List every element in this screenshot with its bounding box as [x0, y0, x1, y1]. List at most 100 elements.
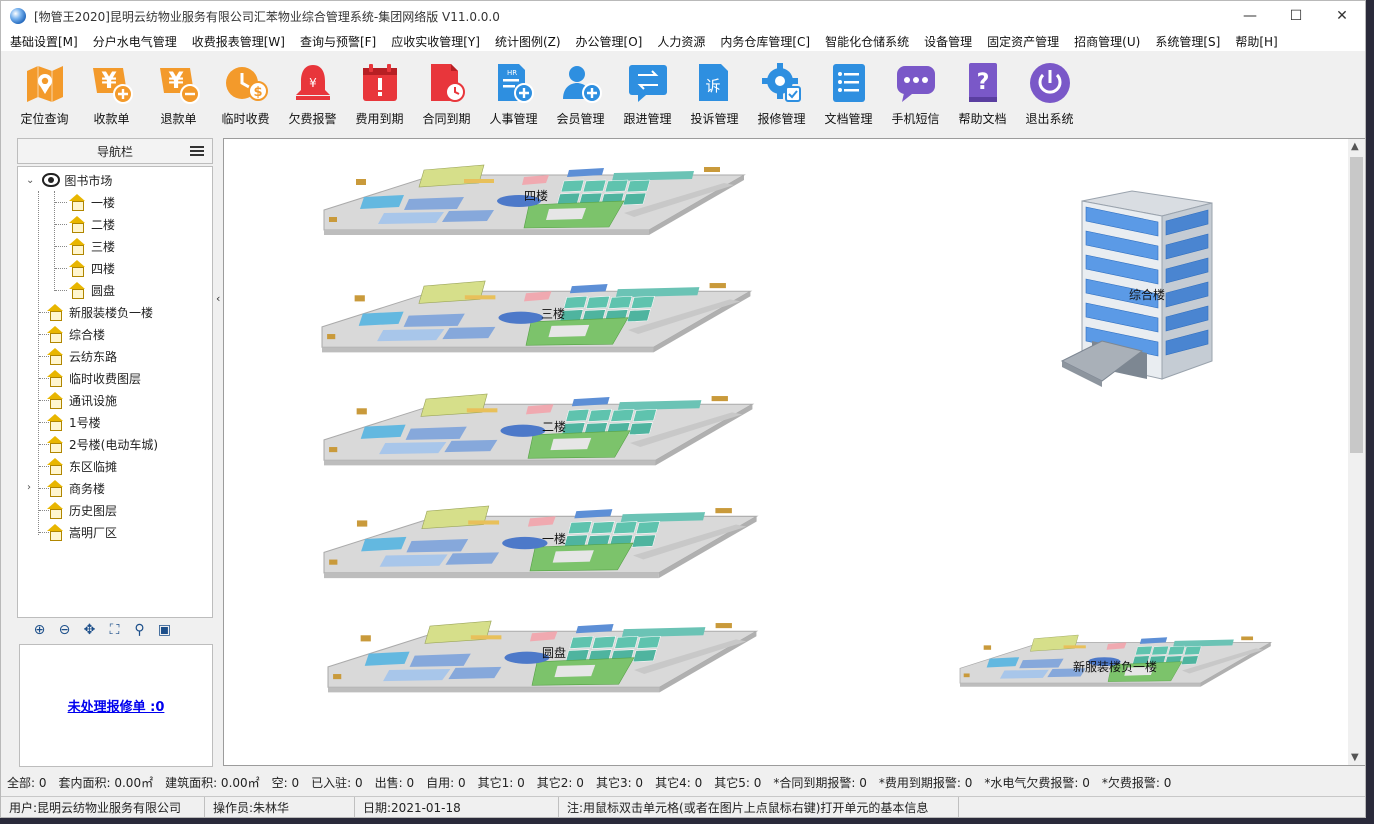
tree-connector — [54, 191, 55, 291]
menu-utilities[interactable]: 分户水电气管理 — [93, 33, 177, 50]
tree-node-label: 1号楼 — [69, 415, 101, 430]
floor-plan-2[interactable] — [323, 393, 755, 466]
minimize-button[interactable]: — — [1227, 1, 1273, 31]
tree-node-child[interactable]: 一楼 — [68, 191, 115, 213]
tree-connector — [55, 202, 67, 203]
tree-node[interactable]: 2号楼(电动车城) — [46, 433, 158, 455]
stat-item: 建筑面积: 0.00㎡ — [165, 775, 260, 790]
tool-label: 欠费报警 — [288, 112, 337, 126]
menu-equipment[interactable]: 设备管理 — [924, 33, 972, 50]
close-button[interactable]: ✕ — [1319, 1, 1365, 31]
tool-refund-button[interactable]: ¥ 退款单 — [145, 55, 212, 129]
tree-node-label: 临时收费图层 — [69, 371, 142, 386]
menu-help[interactable]: 帮助[H] — [1235, 33, 1277, 50]
scroll-down-icon[interactable]: ▼ — [1351, 752, 1359, 763]
floor-label[interactable]: 圆盘 — [542, 644, 566, 661]
status-date: 日期:2021-01-18 — [355, 797, 559, 817]
floor-label[interactable]: 三楼 — [541, 305, 565, 322]
tool-complaint-button[interactable]: 诉 投诉管理 — [681, 55, 748, 129]
tool-label: 定位查询 — [20, 112, 69, 126]
scroll-up-icon[interactable]: ▲ — [1351, 141, 1359, 152]
tree-node[interactable]: 嵩明厂区 — [46, 521, 117, 543]
menu-fixed-assets[interactable]: 固定资产管理 — [987, 33, 1059, 50]
vertical-scrollbar[interactable]: ▲ ▼ — [1348, 139, 1365, 765]
pending-repair-link[interactable]: 未处理报修单 :0 — [68, 696, 165, 715]
house-icon — [68, 260, 86, 277]
pin-icon[interactable]: ⚲ — [127, 621, 152, 639]
status-user: 用户:昆明云纺物业服务有限公司 — [1, 797, 205, 817]
expand-chevron-icon[interactable]: › — [27, 482, 31, 493]
menu-warehouse[interactable]: 内务仓库管理[C] — [720, 33, 810, 50]
tree-node[interactable]: 1号楼 — [46, 411, 101, 433]
full-extent-icon[interactable]: ⛶ — [102, 621, 127, 639]
floor-label[interactable]: 二楼 — [542, 418, 566, 435]
image-export-icon[interactable]: ▣ — [152, 621, 177, 639]
tool-receipt-button[interactable]: ¥ 收款单 — [78, 55, 145, 129]
tree-node-child[interactable]: 四楼 — [68, 257, 115, 279]
map-canvas[interactable]: 四楼 三楼 二楼 一楼 圆盘 新服装楼负一楼 综合楼 ▲ ▼ — [223, 138, 1365, 766]
house-icon — [46, 436, 64, 453]
tool-sms-button[interactable]: 手机短信 — [882, 55, 949, 129]
tree-node[interactable]: 历史图层 — [46, 499, 117, 521]
menu-office[interactable]: 办公管理[O] — [576, 33, 643, 50]
tree-node-label: 一楼 — [91, 195, 116, 210]
menu-query-alerts[interactable]: 查询与预警[F] — [300, 33, 376, 50]
tree-node[interactable]: 临时收费图层 — [46, 367, 141, 389]
tree-node[interactable]: 综合楼 — [46, 323, 105, 345]
collapse-panel-icon[interactable]: ‹ — [216, 292, 220, 305]
floor-plan-3[interactable] — [321, 280, 753, 353]
tool-document-button[interactable]: 文档管理 — [815, 55, 882, 129]
menu-statistics[interactable]: 统计图例(Z) — [495, 33, 561, 50]
tool-arrears-alarm-button[interactable]: ¥ 欠费报警 — [279, 55, 346, 129]
menu-charge-reports[interactable]: 收费报表管理[W] — [192, 33, 285, 50]
tool-member-button[interactable]: 会员管理 — [547, 55, 614, 129]
tree-node-child[interactable]: 圆盘 — [68, 279, 115, 301]
tool-personnel-button[interactable]: HR 人事管理 — [480, 55, 547, 129]
tree-node[interactable]: 云纺东路 — [46, 345, 117, 367]
building-label[interactable]: 综合楼 — [1129, 286, 1165, 303]
pan-icon[interactable]: ✥ — [77, 621, 102, 639]
menu-basic-settings[interactable]: 基础设置[M] — [10, 33, 78, 50]
tree-node-child[interactable]: 三楼 — [68, 235, 115, 257]
svg-text:?: ? — [976, 70, 989, 95]
tool-label: 文档管理 — [824, 112, 873, 126]
toolbar: 定位查询 ¥ 收款单 ¥ 退款单 $ 临时收费 ¥ 欠费报警 费用到期 合同到期… — [1, 55, 1365, 131]
floor-plan-1[interactable] — [323, 505, 759, 579]
tool-temp-charge-button[interactable]: $ 临时收费 — [212, 55, 279, 129]
tool-contract-due-button[interactable]: 合同到期 — [413, 55, 480, 129]
floor-label[interactable]: 四楼 — [524, 187, 548, 204]
menu-hr[interactable]: 人力资源 — [657, 33, 705, 50]
tool-label: 帮助文档 — [958, 112, 1007, 126]
tree-node[interactable]: 商务楼 — [46, 477, 105, 499]
tree-node-child[interactable]: 二楼 — [68, 213, 115, 235]
hamburger-menu-icon[interactable] — [190, 146, 204, 156]
tool-follow-up-button[interactable]: 跟进管理 — [614, 55, 681, 129]
menu-receivables[interactable]: 应收实收管理[Y] — [391, 33, 480, 50]
tree-connector — [55, 268, 67, 269]
tree-node[interactable]: 东区临摊 — [46, 455, 117, 477]
tool-label: 临时收费 — [221, 112, 270, 126]
floor-label[interactable]: 一楼 — [542, 530, 566, 547]
tree-node[interactable]: 通讯设施 — [46, 389, 117, 411]
floor-plan-canvas — [321, 164, 1273, 693]
tree-connector — [38, 191, 39, 535]
tool-locate-button[interactable]: 定位查询 — [11, 55, 78, 129]
tool-exit-button[interactable]: 退出系统 — [1016, 55, 1083, 129]
svg-text:¥: ¥ — [309, 76, 317, 90]
zoom-in-icon[interactable]: ⊕ — [27, 621, 52, 639]
tree-node[interactable]: 新服装楼负一楼 — [46, 301, 153, 323]
tree-node-root[interactable]: ⌄ 图书市场 — [26, 169, 112, 191]
zoom-out-icon[interactable]: ⊖ — [52, 621, 77, 639]
tool-help-doc-button[interactable]: ? 帮助文档 — [949, 55, 1016, 129]
stat-item: *合同到期报警: 0 — [773, 775, 867, 790]
tool-fee-due-button[interactable]: 费用到期 — [346, 55, 413, 129]
menu-leasing[interactable]: 招商管理(U) — [1074, 33, 1140, 50]
floor-label[interactable]: 新服装楼负一楼 — [1073, 658, 1157, 675]
tool-repair-button[interactable]: 报修管理 — [748, 55, 815, 129]
scrollbar-thumb[interactable] — [1350, 157, 1363, 453]
house-icon — [46, 304, 64, 321]
menu-system[interactable]: 系统管理[S] — [1155, 33, 1220, 50]
maximize-button[interactable]: ☐ — [1273, 1, 1319, 31]
menu-smart-storage[interactable]: 智能化仓储系统 — [825, 33, 909, 50]
collapse-chevron-icon[interactable]: ⌄ — [26, 175, 34, 186]
